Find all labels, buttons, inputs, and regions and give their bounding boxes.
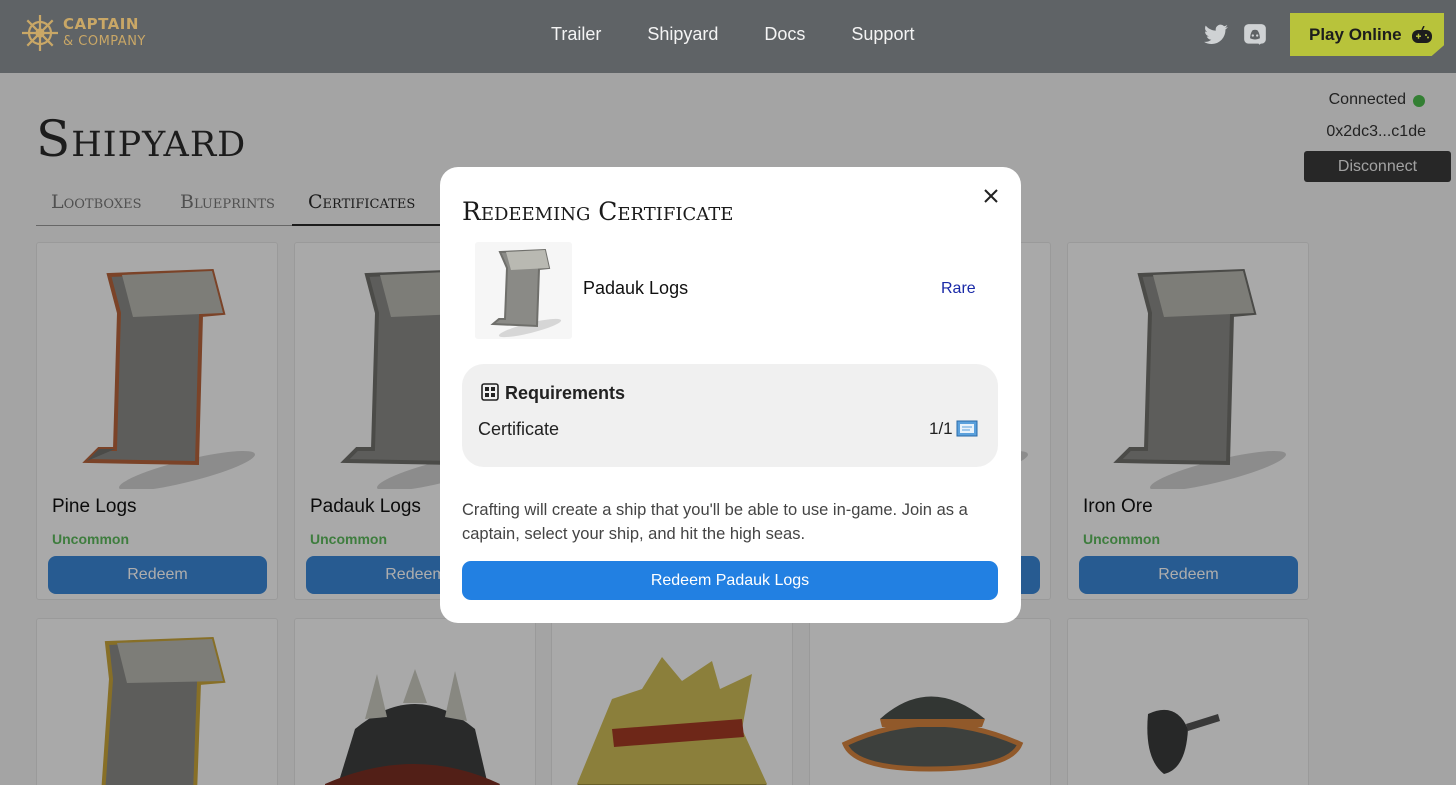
nav-link-support[interactable]: Support: [851, 24, 914, 45]
modal-description: Crafting will create a ship that you'll …: [462, 501, 968, 543]
logo[interactable]: CAPTAIN & COMPANY: [20, 13, 160, 57]
close-icon[interactable]: [982, 187, 1000, 205]
nav-link-docs[interactable]: Docs: [764, 24, 805, 45]
modal-title: Redeeming Certificate: [462, 197, 734, 226]
requirement-item: Certificate: [478, 419, 560, 439]
twitter-icon[interactable]: [1203, 22, 1229, 48]
requirements-panel: Requirements Certificate 1/1: [462, 364, 998, 467]
nav-links: Trailer Shipyard Docs Support: [551, 24, 960, 45]
play-online-label: Play Online: [1309, 24, 1402, 44]
discord-icon[interactable]: [1242, 22, 1268, 48]
redeem-confirm-button[interactable]: Redeem Padauk Logs: [462, 561, 998, 600]
nav-link-shipyard[interactable]: Shipyard: [647, 24, 718, 45]
modal-item-name: Padauk Logs: [583, 278, 689, 298]
play-online-button[interactable]: Play Online: [1290, 13, 1444, 56]
top-nav: CAPTAIN & COMPANY Trailer Shipyard Docs …: [0, 0, 1456, 73]
logo-text: CAPTAIN & COMPANY: [63, 16, 146, 50]
nav-link-trailer[interactable]: Trailer: [551, 24, 601, 45]
modal-item-rarity: Rare: [941, 280, 976, 297]
grid-icon: [481, 383, 499, 401]
logo-line-1: CAPTAIN: [63, 15, 139, 33]
certificate-icon: [956, 420, 978, 437]
logo-line-2: & COMPANY: [63, 34, 146, 49]
modal-item-thumbnail: [475, 242, 572, 339]
ship-wheel-icon: [22, 15, 58, 51]
scroll-icon: [490, 248, 562, 338]
requirement-count: 1/1: [929, 419, 953, 438]
requirements-title: Requirements: [505, 383, 626, 403]
gamepad-icon: [1411, 25, 1432, 43]
redeem-modal: Redeeming Certificate Padauk Logs Rare R…: [440, 167, 1021, 623]
